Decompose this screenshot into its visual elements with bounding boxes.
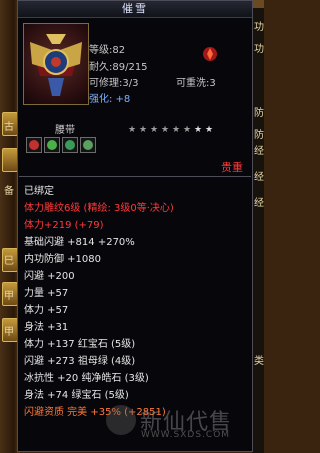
side-tab-char: 巳 xyxy=(4,256,14,267)
stat-line: 基础闪避 +814 +270% xyxy=(24,237,135,248)
side-tab-2[interactable] xyxy=(2,148,18,172)
item-rewashable: 可重洗:3 xyxy=(176,78,216,89)
right-panel-char: 经 xyxy=(254,172,264,183)
side-tab-char: 古 xyxy=(4,122,14,133)
item-icon xyxy=(23,23,89,105)
red-gem-icon xyxy=(29,140,39,150)
item-name: 催雪 xyxy=(18,1,252,18)
item-tooltip: 催雪 等级:82 耐久:89/215 可修理:3/3 可重洗:3 强化: +8 … xyxy=(17,0,253,452)
watermark-logo xyxy=(106,405,136,435)
side-tab-char: 甲 xyxy=(4,327,14,338)
right-panel-char: 经 xyxy=(254,198,264,209)
separator xyxy=(19,176,251,177)
item-level: 等级:82 xyxy=(89,45,126,56)
engrave-line: 体力雕纹6级 (精绘: 3级0等·决心) xyxy=(24,203,174,214)
watermark-url: WWW.SXDS.COM xyxy=(141,430,231,440)
gem-stat-line: 冰抗性 +20 纯净皓石 (3级) xyxy=(24,373,149,384)
side-tab-char: 备 xyxy=(4,186,14,197)
right-panel-char: 功 xyxy=(254,44,264,55)
right-panel-char: 经 xyxy=(254,146,264,157)
stat-line: 闪避 +200 xyxy=(24,271,75,282)
gem-stat-line: 体力 +137 红宝石 (5级) xyxy=(24,339,136,350)
bind-status: 已绑定 xyxy=(24,186,54,197)
star-icon: ★ xyxy=(194,125,203,135)
right-panel-char: 防 xyxy=(254,108,264,119)
right-panel-char: 功 xyxy=(254,22,264,33)
item-repairable: 可修理:3/3 xyxy=(89,78,139,89)
stat-line: 体力 +57 xyxy=(24,305,69,316)
stat-line: 身法 +31 xyxy=(24,322,69,333)
star-icon: ★ xyxy=(150,125,159,135)
item-strengthen: 强化: +8 xyxy=(89,94,131,105)
item-type: 腰带 xyxy=(55,125,75,136)
background-top-right xyxy=(252,0,264,8)
star-icon: ★ xyxy=(128,125,137,135)
gem-badge-icon xyxy=(203,47,217,61)
emerald-gem-icon xyxy=(83,140,93,150)
star-icon: ★ xyxy=(183,125,192,135)
gem-slot[interactable] xyxy=(26,137,42,153)
star-icon: ★ xyxy=(139,125,148,135)
stat-line: 体力+219 (+79) xyxy=(24,220,104,231)
right-panel-char: 类 xyxy=(254,356,264,367)
gem-slot[interactable] xyxy=(44,137,60,153)
white-gem-icon xyxy=(65,140,75,150)
noble-tag: 贵重 xyxy=(221,161,243,174)
star-icon: ★ xyxy=(161,125,170,135)
gem-stat-line: 身法 +74 绿宝石 (5级) xyxy=(24,390,129,401)
stat-line: 内功防御 +1080 xyxy=(24,254,102,265)
right-panel-char: 防 xyxy=(254,130,264,141)
stat-line: 力量 +57 xyxy=(24,288,69,299)
gem-stat-line: 闪避 +273 祖母绿 (4级) xyxy=(24,356,136,367)
side-tab-char: 甲 xyxy=(4,291,14,302)
gem-slot[interactable] xyxy=(62,137,78,153)
background-right-panel xyxy=(252,0,264,453)
gem-slot[interactable] xyxy=(80,137,96,153)
star-icon: ★ xyxy=(205,125,214,135)
item-durability: 耐久:89/215 xyxy=(89,62,148,73)
star-icon: ★ xyxy=(172,125,181,135)
belt-icon xyxy=(30,34,82,96)
green-gem-icon xyxy=(47,140,57,150)
